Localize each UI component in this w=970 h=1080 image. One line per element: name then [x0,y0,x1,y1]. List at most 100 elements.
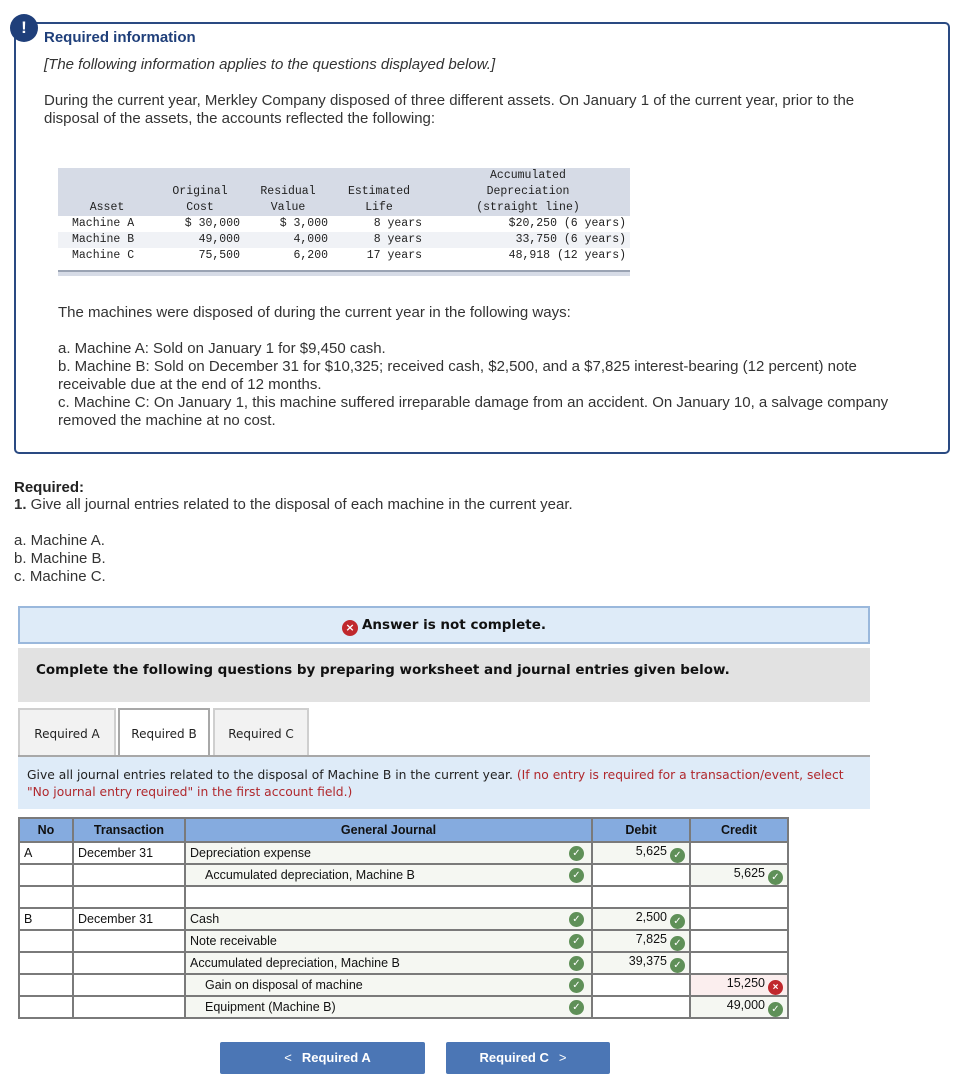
answer-status-banner: × Answer is not complete. [18,606,870,644]
next-required-c-button[interactable]: Required C > [446,1042,610,1074]
asset-table-footer [58,270,630,276]
residual-value: 4,000 [244,232,332,248]
required-item: b. Machine B. [14,550,106,567]
check-icon: ✓ [670,847,685,863]
asset-table: Asset Original Cost Residual Value Estimat… [58,168,630,264]
debit-field[interactable] [591,995,691,1019]
credit-value: 5,625 [733,865,765,880]
header-credit: Credit [689,817,789,843]
journal-table: No Transaction General Journal Debit Cre… [18,817,789,1019]
entry-date [72,995,186,1019]
account-name: Gain on disposal of machine [205,978,363,992]
credit-field[interactable]: 15,250 × [689,973,789,997]
credit-field[interactable]: 5,625 ✓ [689,863,789,887]
tab-required-c[interactable]: Required C [213,708,309,756]
credit-value: 49,000 [726,997,765,1012]
check-icon: ✓ [569,846,584,861]
residual-value: $ 3,000 [279,217,328,230]
check-icon: ✓ [569,912,584,927]
journal-row: Note receivable ✓ 7,825 ✓ [18,929,789,953]
estimated-life: 8 years [332,232,426,248]
entry-date [72,973,186,997]
info-intro: During the current year, Merkley Company… [44,92,855,127]
entry-no [18,995,74,1019]
info-title: Required information [44,29,196,46]
check-icon: ✓ [569,1000,584,1015]
account-field[interactable]: Depreciation expense ✓ [184,841,593,865]
entry-no [18,973,74,997]
debit-field[interactable]: 39,375 ✓ [591,951,691,975]
estimated-life: 17 years [366,249,422,262]
account-field[interactable] [184,885,593,909]
residual-value: 6,200 [293,249,328,262]
check-icon: ✓ [569,956,584,971]
header-original-cost: Original Cost [156,168,244,216]
accumulated-depreciation: $20,250 (6 years) [508,217,626,230]
x-circle-icon: × [341,620,358,636]
account-field[interactable]: Note receivable ✓ [184,929,593,953]
tab-required-b[interactable]: Required B [118,708,210,758]
check-icon: ✓ [670,935,685,951]
debit-field[interactable]: 2,500 ✓ [591,907,691,931]
answer-status-text: Answer is not complete. [361,617,546,633]
header-accumulated-depreciation: Accumulated Depreciation (straight line) [426,168,630,216]
required-heading: Required: [14,479,85,496]
entry-date [72,885,186,909]
header-residual-value: Residual Value [244,168,332,216]
credit-field[interactable] [689,951,789,975]
debit-field[interactable]: 7,825 ✓ [591,929,691,953]
account-field[interactable]: Accumulated depreciation, Machine B ✓ [184,951,593,975]
credit-field[interactable] [689,907,789,931]
account-name: Accumulated depreciation, Machine B [205,868,415,882]
credit-field[interactable] [689,885,789,909]
asset-row: Machine B 49,000 4,000 8 years 33,750 (6… [58,232,630,248]
debit-value: 7,825 [635,931,667,946]
asset-table-header: Asset Original Cost Residual Value Estimat… [58,168,630,216]
next-button-label: Required C [479,1050,549,1065]
credit-field[interactable]: 49,000 ✓ [689,995,789,1019]
question-number: 1. [14,496,27,513]
account-name: Depreciation expense [190,846,311,860]
check-icon: ✓ [569,978,584,993]
account-name: Accumulated depreciation, Machine B [190,956,400,970]
header-general-journal: General Journal [184,817,593,843]
prev-required-a-button[interactable]: < Required A [220,1042,425,1074]
chevron-right-icon: > [558,1050,567,1065]
asset-name: Machine C [72,249,135,262]
account-field[interactable]: Gain on disposal of machine ✓ [184,973,593,997]
debit-field[interactable] [591,885,691,909]
asset-name: Machine A [72,217,135,230]
debit-field[interactable]: 5,625 ✓ [591,841,691,865]
info-note: [The following information applies to th… [44,56,496,73]
credit-field[interactable] [689,841,789,865]
entry-date [72,951,186,975]
header-debit: Debit [591,817,691,843]
entry-no: B [18,907,74,931]
prev-button-label: Required A [301,1050,371,1065]
question-text: Give all journal entries related to the … [26,496,573,513]
estimated-life: 8 years [373,217,422,230]
required-item: c. Machine C. [14,568,106,585]
credit-field[interactable] [689,929,789,953]
disposal-intro: The machines were disposed of during the… [58,304,571,321]
tab-required-a[interactable]: Required A [18,708,116,756]
check-icon: ✓ [670,913,685,929]
check-icon: ✓ [569,934,584,949]
debit-field[interactable] [591,973,691,997]
disposal-item: a. Machine A: Sold on January 1 for $9,4… [58,340,386,357]
account-field[interactable]: Equipment (Machine B) ✓ [184,995,593,1019]
account-field[interactable]: Accumulated depreciation, Machine B ✓ [184,863,593,887]
check-icon: ✓ [569,868,584,883]
asset-row: Machine A $ 30,000 $ 3,000 8 years $20,2… [58,216,630,232]
debit-field[interactable] [591,863,691,887]
account-field[interactable]: Cash ✓ [184,907,593,931]
entry-date: December 31 [72,907,186,931]
required-item: a. Machine A. [14,532,105,549]
disposal-item: b. Machine B: Sold on December 31 for $1… [58,358,857,393]
task-prompt: Give all journal entries related to the … [18,757,870,809]
accumulated-depreciation: 33,750 (6 years) [426,232,630,248]
instructions: Complete the following questions by prep… [18,648,870,702]
header-transaction: Transaction [72,817,186,843]
entry-date [72,863,186,887]
original-cost: 49,000 [156,232,244,248]
